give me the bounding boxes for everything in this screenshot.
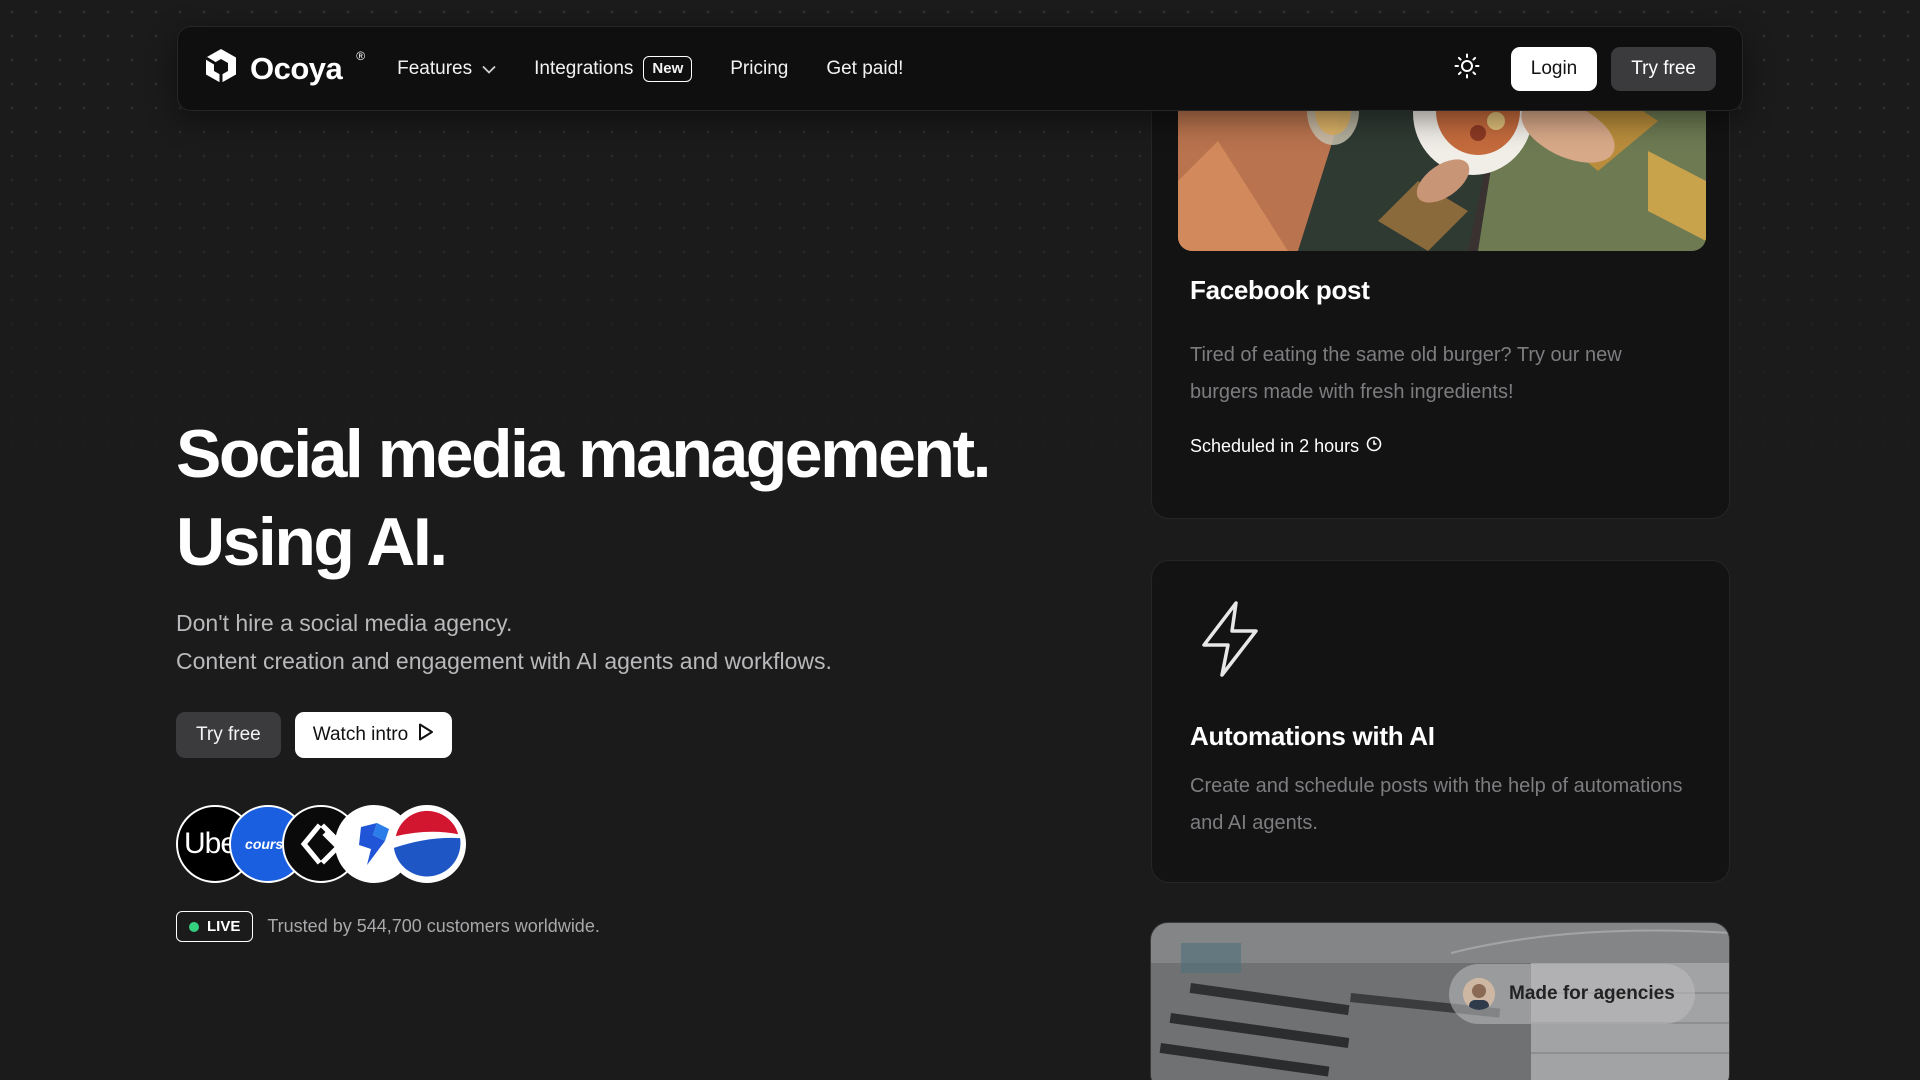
facebook-post-description: Tired of eating the same old burger? Try… (1190, 344, 1622, 403)
automations-title: Automations with AI (1190, 721, 1435, 751)
sun-icon (1454, 53, 1480, 84)
hero-subtitle-line-1: Don't hire a social media agency. (176, 610, 513, 636)
avatar (1463, 978, 1495, 1010)
nav-try-free-button[interactable]: Try free (1611, 46, 1716, 91)
live-dot-icon (189, 921, 199, 932)
nav-integrations-label: Integrations (534, 57, 634, 79)
theme-toggle-button[interactable] (1447, 49, 1487, 89)
watch-intro-button[interactable]: Watch intro (294, 712, 453, 758)
nav-integrations[interactable]: Integrations New (534, 55, 693, 82)
hero-cta-row: Try free Watch intro (176, 712, 453, 758)
facebook-post-card: Facebook post Tired of eating the same o… (1151, 60, 1730, 519)
scheduled-status: Scheduled in 2 hours (1190, 436, 1382, 457)
watch-intro-label: Watch intro (312, 724, 409, 745)
clock-icon (1366, 436, 1382, 457)
facebook-post-title: Facebook post (1190, 275, 1370, 305)
pepsi-logo (388, 805, 466, 883)
lightning-bolt-icon (1200, 601, 1260, 682)
scheduled-label: Scheduled in 2 hours (1190, 436, 1360, 456)
brand-logo[interactable]: Ocoya ® (204, 47, 365, 90)
made-for-agencies-pill[interactable]: Made for agencies (1449, 964, 1695, 1024)
trust-row: LIVE Trusted by 544,700 customers worldw… (176, 911, 600, 942)
nav-pricing[interactable]: Pricing (730, 58, 788, 80)
play-icon (418, 723, 434, 747)
nav-get-paid[interactable]: Get paid! (826, 58, 903, 80)
top-navbar: Ocoya ® Features Integrations New Pricing… (177, 26, 1743, 111)
nav-features[interactable]: Features (397, 58, 496, 80)
hero-subtitle: Don't hire a social media agency. Conten… (176, 604, 832, 680)
hero-title: Social media management. Using AI. (176, 410, 991, 586)
automations-card: Automations with AI Create and schedule … (1151, 560, 1730, 883)
nav-features-label: Features (397, 57, 473, 79)
live-label: LIVE (207, 918, 241, 935)
agencies-card: Made for agencies (1150, 922, 1730, 1080)
chevron-down-icon (482, 58, 496, 80)
automations-description: Create and schedule posts with the help … (1190, 775, 1683, 834)
trusted-text: Trusted by 544,700 customers worldwide. (267, 916, 600, 936)
ocoya-cube-icon (204, 47, 238, 90)
made-for-agencies-label: Made for agencies (1509, 983, 1675, 1004)
live-badge: LIVE (176, 911, 254, 942)
login-button[interactable]: Login (1510, 46, 1598, 91)
new-badge: New (643, 55, 693, 82)
brand-name: Ocoya (250, 50, 343, 86)
customer-logos: Ube course (176, 805, 476, 885)
registered-mark: ® (356, 48, 366, 63)
hero-try-free-button[interactable]: Try free (176, 712, 281, 758)
hero-title-line-2: Using AI. (176, 504, 448, 580)
hero-title-line-1: Social media management. (176, 416, 991, 492)
hero-subtitle-line-2: Content creation and engagement with AI … (176, 648, 832, 674)
